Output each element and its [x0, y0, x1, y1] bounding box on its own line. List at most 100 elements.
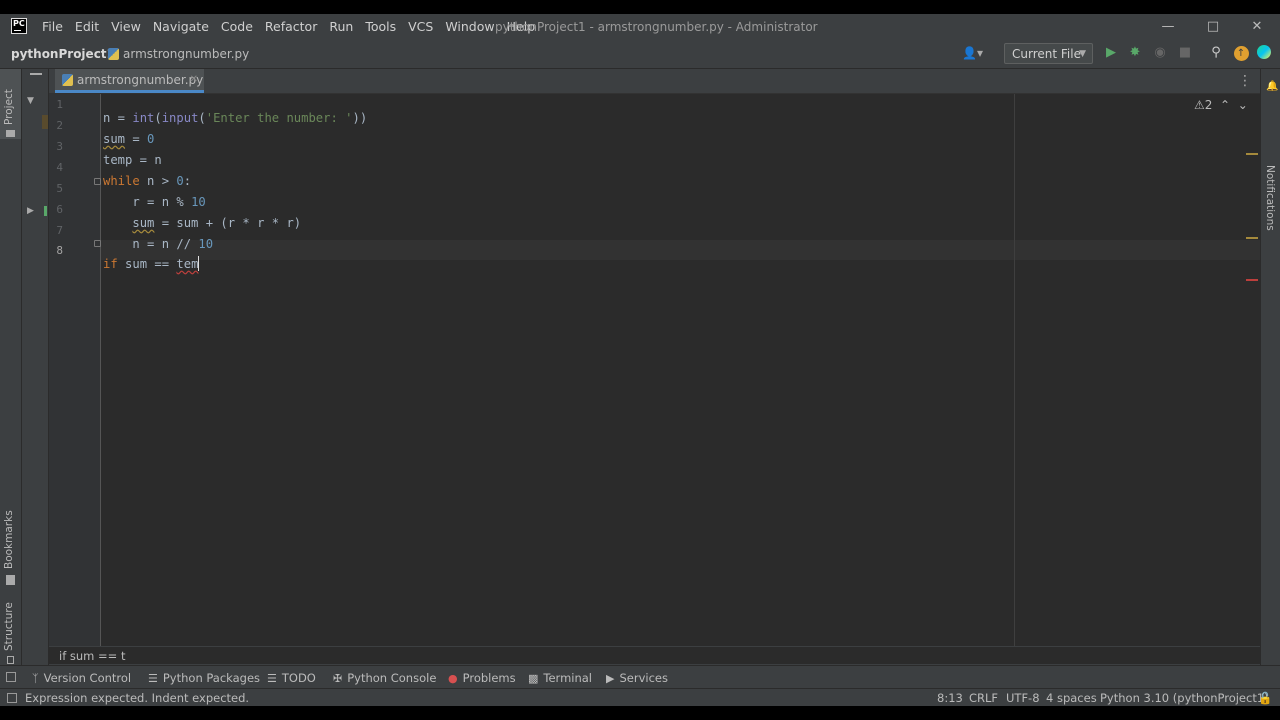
- tool-window-bar: ᛉ Version Control ☰ Python Packages ☰ TODO …: [0, 665, 1280, 690]
- editor-breadcrumbs[interactable]: if sum == t: [49, 646, 1260, 664]
- right-tool-stripe: 🔔 Notifications: [1260, 69, 1280, 678]
- stop-icon[interactable]: ■: [1177, 45, 1193, 61]
- menu-edit[interactable]: Edit: [69, 14, 105, 40]
- status-toggle-icon[interactable]: [7, 693, 17, 703]
- chevron-down-icon: ▼: [1079, 49, 1086, 59]
- window-title: pythonProject1 - armstrongnumber.py - Ad…: [495, 20, 818, 34]
- close-window-button[interactable]: ✕: [1234, 14, 1280, 40]
- file-encoding[interactable]: UTF-8: [1006, 689, 1040, 706]
- line-number: 6: [56, 203, 63, 216]
- inspection-widget[interactable]: ⚠2 ⌃ ⌄: [1194, 98, 1248, 112]
- editor-tabs: armstrongnumber.py ✕ ⋮: [49, 69, 1260, 94]
- title-bar: PC File Edit View Navigate Code Refactor…: [0, 14, 1280, 40]
- project-tool-tab[interactable]: Project: [0, 69, 21, 139]
- nav-project[interactable]: pythonProject1: [11, 40, 115, 68]
- run-configuration-label: Current File: [1012, 47, 1081, 61]
- line-number: 1: [56, 98, 63, 111]
- line-separator[interactable]: CRLF: [969, 689, 998, 706]
- line-number: 4: [56, 161, 63, 174]
- status-message[interactable]: Expression expected. Indent expected.: [25, 689, 249, 706]
- navigation-bar: pythonProject1 armstrongnumber.py 👤▾ Cur…: [0, 40, 1280, 69]
- warning-marker[interactable]: [1246, 153, 1258, 155]
- user-icon[interactable]: 👤▾: [962, 46, 983, 60]
- line-gutter: 1 2 3 4 5 6 7 8: [49, 94, 101, 646]
- tab-options-icon[interactable]: ⋮: [1238, 69, 1252, 93]
- tool-label: Problems: [462, 671, 516, 685]
- tool-label: Terminal: [543, 671, 593, 685]
- jetbrains-logo-icon[interactable]: [1256, 45, 1272, 61]
- code-line-8: if sum == tem: [103, 256, 200, 271]
- python-file-icon: [108, 48, 119, 60]
- bookmarks-tool-tab[interactable]: Bookmarks: [3, 510, 15, 569]
- main-menu: File Edit View Navigate Code Refactor Ru…: [36, 14, 541, 40]
- right-margin-guide: [1014, 94, 1015, 646]
- code-line-5: r = n % 10: [103, 195, 206, 209]
- tool-label: Python Console: [347, 671, 437, 685]
- folder-icon: [6, 130, 15, 137]
- tool-label: TODO: [281, 671, 316, 685]
- project-tool-label: Project: [3, 89, 15, 125]
- line-number: 8: [56, 244, 63, 257]
- python-file-icon: [62, 74, 73, 86]
- update-icon[interactable]: ↑: [1233, 45, 1249, 61]
- debug-icon[interactable]: ✸: [1127, 45, 1143, 61]
- code-line-4: while n > 0:: [103, 174, 192, 188]
- structure-icon: [7, 656, 14, 664]
- toggle-tool-windows-icon[interactable]: [6, 672, 16, 682]
- fold-open-icon[interactable]: [94, 178, 101, 185]
- search-icon[interactable]: ⚲: [1208, 45, 1224, 61]
- tool-label: Version Control: [43, 671, 132, 685]
- line-number: 3: [56, 140, 63, 153]
- menu-run[interactable]: Run: [323, 14, 359, 40]
- ide-window: PC File Edit View Navigate Code Refactor…: [0, 14, 1280, 706]
- bookmark-icon: [6, 575, 15, 585]
- error-marker[interactable]: [1246, 279, 1258, 281]
- maximize-button[interactable]: □: [1190, 14, 1236, 40]
- nav-file-label: armstrongnumber.py: [123, 47, 250, 61]
- code-line-1: n = int(input('Enter the number: ')): [103, 111, 368, 125]
- chevron-down-icon[interactable]: ⌄: [1238, 98, 1248, 112]
- python-interpreter[interactable]: Python 3.10 (pythonProject1): [1100, 689, 1269, 706]
- indent-setting[interactable]: 4 spaces: [1046, 689, 1097, 706]
- structure-tool-tab[interactable]: Structure: [3, 602, 15, 651]
- menu-tools[interactable]: Tools: [359, 14, 402, 40]
- menu-file[interactable]: File: [36, 14, 69, 40]
- caret-position[interactable]: 8:13: [937, 689, 963, 706]
- minimize-button[interactable]: —: [1145, 14, 1191, 40]
- coverage-icon[interactable]: ◉: [1152, 45, 1168, 61]
- notifications-icon[interactable]: 🔔: [1266, 81, 1278, 92]
- menu-vcs[interactable]: VCS: [402, 14, 439, 40]
- menu-code[interactable]: Code: [215, 14, 259, 40]
- line-number: 7: [56, 224, 63, 237]
- nav-file[interactable]: armstrongnumber.py: [108, 40, 249, 68]
- close-tab-icon[interactable]: ✕: [190, 69, 198, 91]
- status-bar: Expression expected. Indent expected. 8:…: [0, 688, 1280, 706]
- left-tool-stripe: Project Bookmarks Structure: [0, 69, 22, 678]
- fold-close-icon[interactable]: [94, 240, 101, 247]
- project-panel: ▼ ▶: [22, 69, 49, 678]
- chevron-up-icon[interactable]: ⌃: [1220, 98, 1230, 112]
- line-number: 2: [56, 119, 63, 132]
- run-configuration-select[interactable]: Current File ▼: [1004, 43, 1093, 64]
- tab-armstrongnumber[interactable]: armstrongnumber.py ✕: [55, 69, 204, 93]
- hide-panel-icon[interactable]: [30, 73, 42, 75]
- tree-folder-icon: [42, 115, 48, 129]
- menu-navigate[interactable]: Navigate: [147, 14, 215, 40]
- menu-window[interactable]: Window: [439, 14, 500, 40]
- code-line-2: sum = 0: [103, 132, 155, 146]
- run-icon[interactable]: ▶: [1103, 45, 1119, 61]
- warning-marker[interactable]: [1246, 237, 1258, 239]
- menu-refactor[interactable]: Refactor: [259, 14, 323, 40]
- pycharm-logo-icon: PC: [11, 18, 27, 34]
- notifications-tool-tab[interactable]: Notifications: [1264, 165, 1276, 231]
- code-line-6: sum = sum + (r * r * r): [132, 216, 302, 230]
- lock-icon[interactable]: 🔓: [1258, 689, 1272, 706]
- text-cursor: [198, 256, 200, 271]
- tree-collapse-icon[interactable]: ▶: [27, 206, 34, 216]
- tool-label: Services: [619, 671, 668, 685]
- menu-view[interactable]: View: [105, 14, 147, 40]
- code-line-3: temp = n: [103, 153, 162, 167]
- tree-expand-icon[interactable]: ▼: [27, 96, 34, 106]
- line-number: 5: [56, 182, 63, 195]
- code-editor[interactable]: 1 2 3 4 5 6 7 8 n = int(input('Enter the…: [49, 94, 1260, 646]
